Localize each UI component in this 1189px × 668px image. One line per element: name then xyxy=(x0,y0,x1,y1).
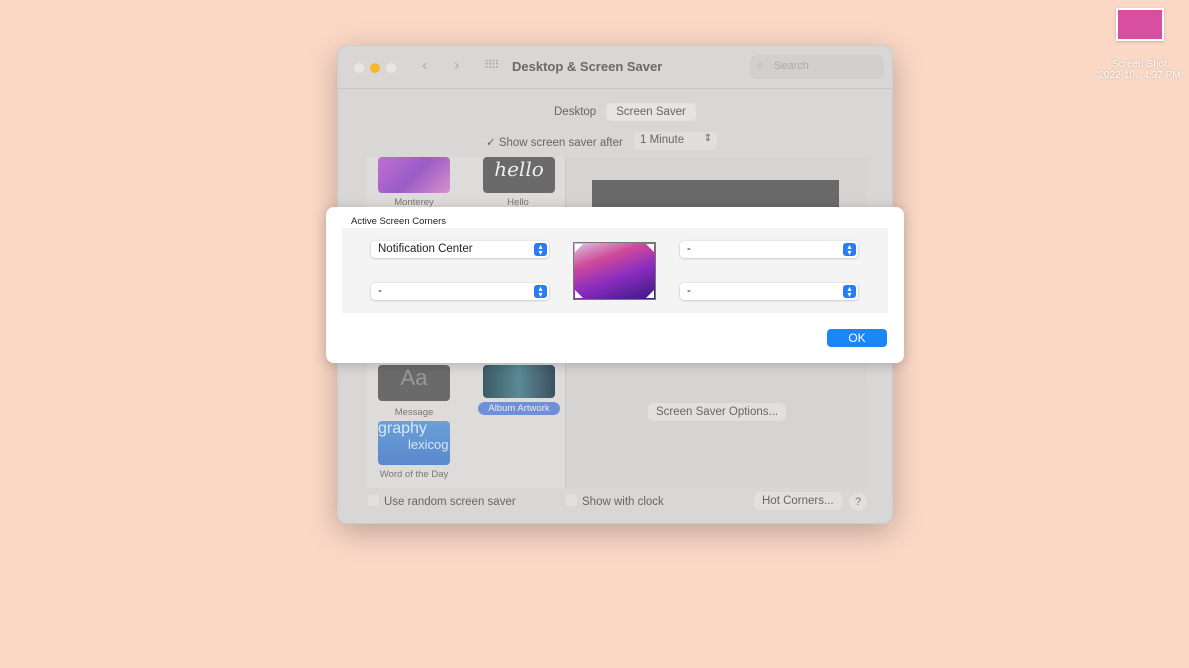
corners-panel: Notification Center ▴ ▾ - ▴ ▾ - ▴ ▾ - ▴ ▾ xyxy=(342,228,888,313)
zoom-button[interactable] xyxy=(386,63,396,73)
saver-album-artwork[interactable]: Album Artwork xyxy=(468,365,560,415)
dialog-title: Active Screen Corners xyxy=(351,216,447,227)
help-button[interactable]: ? xyxy=(849,493,867,511)
title-bar: ‹ › ⠿⠿ Desktop & Screen Saver ⌕ Search xyxy=(338,46,892,89)
hot-corners-button[interactable]: Hot Corners... xyxy=(754,492,842,510)
updown-icon: ▴ ▾ xyxy=(843,285,856,299)
screen-saver-options-button[interactable]: Screen Saver Options... xyxy=(648,403,787,421)
updown-icon: ▴ ▾ xyxy=(534,243,547,257)
active-screen-corners-dialog: Active Screen Corners Notification Cente… xyxy=(326,207,904,363)
updown-icon: ▴ ▾ xyxy=(843,243,856,257)
file-name: Screen Shot xyxy=(1111,59,1168,70)
forward-icon[interactable]: › xyxy=(454,57,459,75)
clock-checkbox[interactable]: Show with clock xyxy=(566,495,664,508)
message-thumbnail: Aa xyxy=(378,365,450,401)
window-title: Desktop & Screen Saver xyxy=(512,59,663,74)
updown-icon: ⇕ xyxy=(703,133,712,144)
search-input[interactable]: ⌕ Search xyxy=(750,55,884,79)
word-of-the-day-thumbnail: graphy lexicog xyxy=(378,421,450,465)
minimize-button[interactable] xyxy=(370,63,380,73)
file-date: 2022-10...4.37 PM xyxy=(1098,70,1181,81)
tab-desktop[interactable]: Desktop xyxy=(544,103,606,121)
desktop-file-icon[interactable]: Screen Shot 2022-10...4.37 PM xyxy=(1090,8,1189,81)
tab-bar: Desktop Screen Saver xyxy=(544,103,696,121)
show-after-select[interactable]: 1 Minute ⇕ xyxy=(634,132,717,150)
monterey-thumbnail xyxy=(378,157,450,193)
updown-icon: ▴ ▾ xyxy=(534,285,547,299)
close-button[interactable] xyxy=(354,63,364,73)
top-left-corner-select[interactable]: Notification Center ▴ ▾ xyxy=(371,241,549,258)
saver-message[interactable]: Aa Message xyxy=(364,365,464,418)
saver-word-of-the-day[interactable]: graphy lexicog Word of the Day xyxy=(364,421,464,480)
album-artwork-thumbnail xyxy=(483,365,555,398)
corner-bottom-left-icon xyxy=(575,290,583,298)
saver-hello[interactable]: hello Hello xyxy=(468,157,568,208)
ok-button[interactable]: OK xyxy=(827,329,887,347)
screen-preview-image xyxy=(573,242,656,300)
corner-top-left-icon xyxy=(575,244,583,252)
top-right-corner-select[interactable]: - ▴ ▾ xyxy=(680,241,858,258)
tab-screen-saver[interactable]: Screen Saver xyxy=(606,103,696,121)
random-checkbox[interactable]: Use random screen saver xyxy=(368,495,516,508)
grid-icon[interactable]: ⠿⠿ xyxy=(484,58,500,72)
bottom-right-corner-select[interactable]: - ▴ ▾ xyxy=(680,283,858,300)
show-after-checkbox[interactable]: ✓ Show screen saver after xyxy=(486,135,623,149)
hello-thumbnail: hello xyxy=(483,157,555,193)
corner-top-right-icon xyxy=(646,244,654,252)
corner-bottom-right-icon xyxy=(646,290,654,298)
search-icon: ⌕ xyxy=(757,59,764,71)
checkmark-icon: ✓ xyxy=(486,137,499,149)
bottom-left-corner-select[interactable]: - ▴ ▾ xyxy=(371,283,549,300)
screenshot-thumbnail xyxy=(1115,8,1164,41)
back-icon[interactable]: ‹ xyxy=(422,57,427,75)
saver-monterey[interactable]: Monterey xyxy=(364,157,464,208)
